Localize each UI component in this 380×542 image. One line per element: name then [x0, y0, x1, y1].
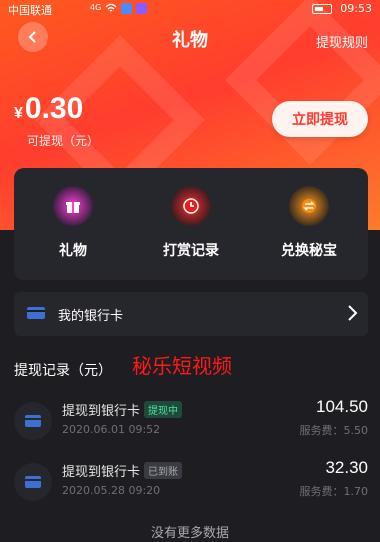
wifi-icon	[105, 3, 117, 16]
record-amount: 104.50	[316, 397, 368, 416]
bank-card-label: 我的银行卡	[58, 309, 124, 324]
bank-card-entry[interactable]: 我的银行卡	[14, 292, 368, 336]
record-title: 提现到银行卡	[62, 465, 141, 480]
record-amount: 32.30	[325, 458, 368, 477]
clock-label: 09:53	[340, 2, 372, 15]
bank-card-icon	[26, 305, 46, 325]
records-title: 提现记录（元）	[14, 363, 112, 379]
action-tip-records[interactable]: 打赏记录	[132, 186, 250, 260]
battery-icon	[312, 4, 332, 14]
list-item[interactable]: 提现到银行卡 提现中 2020.06.01 09:52 104.50 服务费：5.…	[14, 396, 368, 446]
status-badge: 提现中	[144, 401, 183, 418]
action-label: 礼物	[59, 243, 87, 259]
network-label: 4G	[90, 3, 102, 12]
chevron-right-icon	[346, 304, 358, 326]
record-date: 2020.05.28 09:20	[62, 484, 161, 497]
action-gift[interactable]: 礼物	[14, 186, 132, 260]
balance-value: 0.30	[24, 92, 84, 125]
app-notification-icon	[121, 3, 133, 14]
withdraw-now-button[interactable]: 立即提现	[272, 101, 368, 137]
withdraw-rules-link[interactable]: 提现规则	[316, 32, 368, 51]
record-title-line: 提现到银行卡 已到账	[62, 461, 183, 480]
decoration-diamond	[225, 0, 380, 165]
carrier-label: 中国联通	[8, 4, 52, 17]
app-watermark: 秘乐短视频	[132, 354, 232, 378]
app-notification-icon	[136, 3, 148, 14]
action-exchange[interactable]: 兑换秘宝	[250, 186, 368, 260]
no-more-data-label: 没有更多数据	[150, 526, 229, 541]
record-title: 提现到银行卡	[62, 404, 141, 419]
balance-label: 可提现（元）	[27, 134, 100, 148]
record-fee: 服务费：5.50	[299, 424, 369, 437]
balance-amount: ¥0.30	[14, 92, 83, 126]
bank-card-icon	[14, 463, 52, 501]
actions-card: 礼物 打赏记录 兑换秘宝	[14, 168, 368, 280]
status-badge: 已到账	[144, 462, 183, 479]
action-label: 兑换秘宝	[281, 243, 337, 259]
record-fee: 服务费：1.70	[299, 485, 369, 498]
status-bar: 中国联通 4G 09:53	[0, 0, 380, 18]
exchange-icon	[289, 186, 329, 226]
currency-symbol: ¥	[14, 105, 23, 122]
list-item[interactable]: 提现到银行卡 已到账 2020.05.28 09:20 32.30 服务费：1.7…	[14, 457, 368, 507]
clock-icon	[171, 186, 211, 226]
status-icons: 4G	[90, 3, 148, 16]
action-label: 打赏记录	[163, 243, 219, 259]
record-date: 2020.06.01 09:52	[62, 423, 161, 436]
gift-icon	[53, 186, 93, 226]
record-title-line: 提现到银行卡 提现中	[62, 400, 183, 419]
bank-card-icon	[14, 402, 52, 440]
